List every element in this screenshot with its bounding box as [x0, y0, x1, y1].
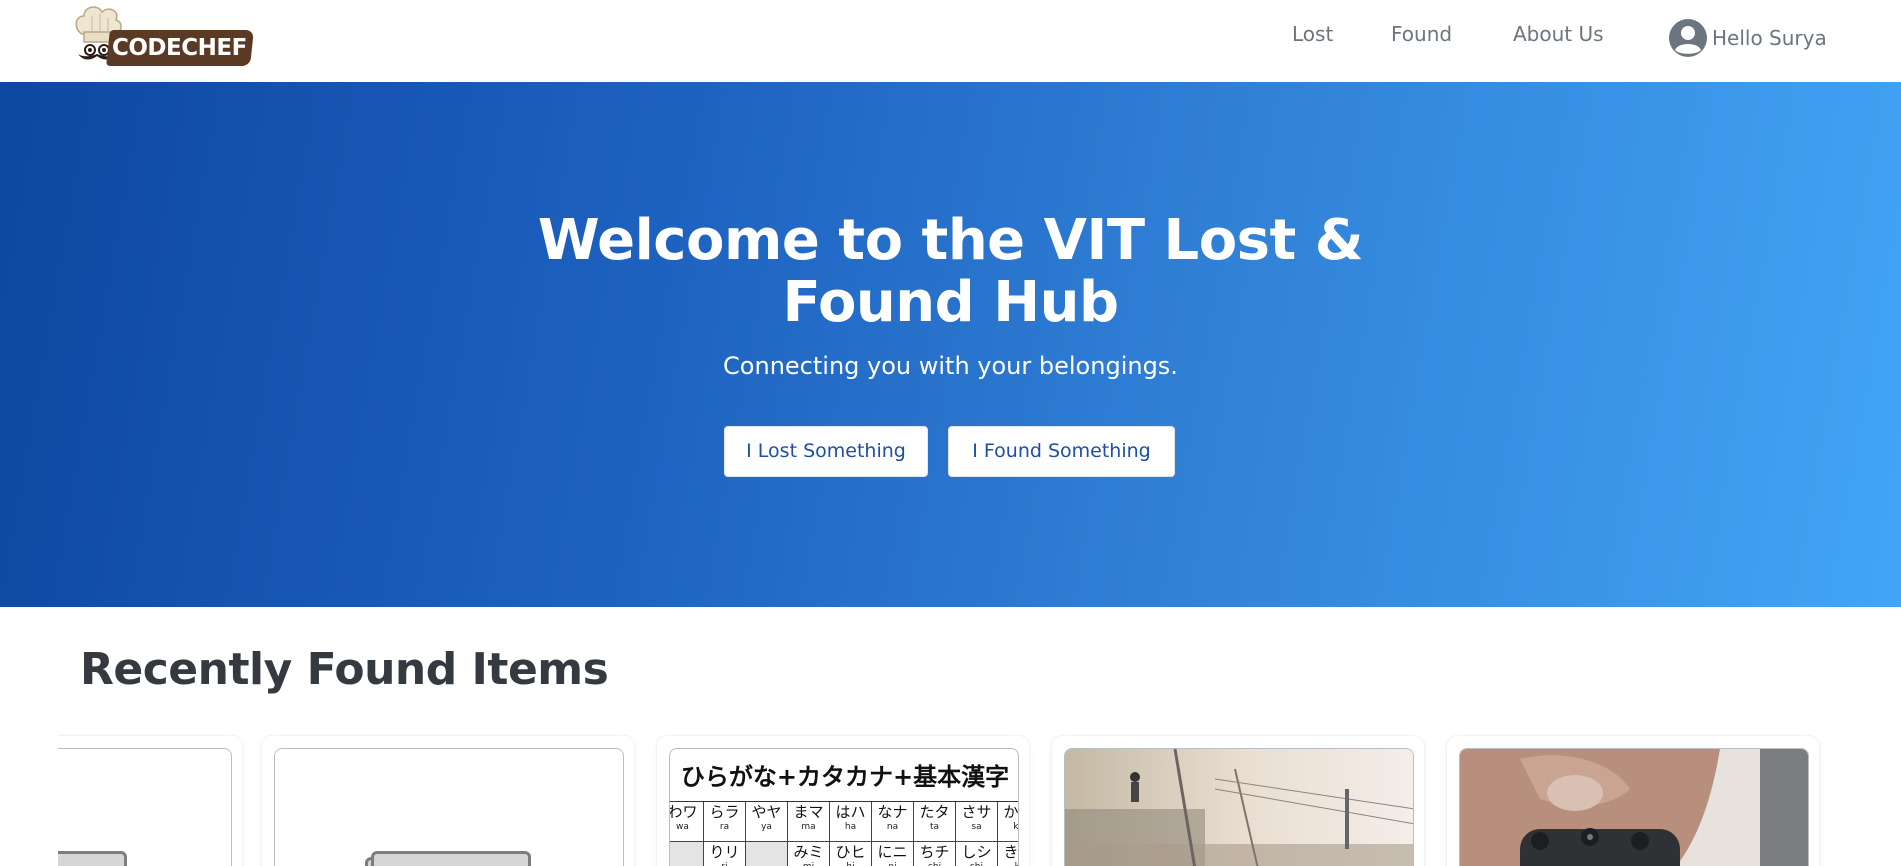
kana-chart-cell: りリri: [704, 842, 746, 866]
image-placeholder-icon: [365, 851, 531, 866]
kana-chart-kana: きキ: [1003, 843, 1019, 861]
kana-chart-cell: みミmi: [788, 842, 830, 866]
item-image-placeholder: [274, 748, 624, 866]
nav-link-lost[interactable]: Lost: [1292, 22, 1333, 46]
found-something-button[interactable]: I Found Something: [948, 426, 1175, 477]
logo-wordmark: CODECHEF: [112, 35, 247, 61]
hero-title-line1: Welcome to the VIT Lost &: [537, 208, 1364, 273]
kana-chart-grid: わワwaらラraやヤyaまマmaはハhaなナnaたタtaさサsaかカkaりリri…: [669, 801, 1019, 866]
item-image-kana-chart: ひらがな+カタカナ+基本漢字 わワ wa らラ ra やヤ ya まマ ma はハ ha なナ na た…: [669, 748, 1019, 866]
found-item-card[interactable]: [262, 736, 634, 866]
found-item-card[interactable]: [58, 736, 242, 866]
kana-chart-kana: さサ: [961, 803, 992, 821]
kana-chart-cell: ちチchi: [914, 842, 956, 866]
kana-chart-romaji: ra: [719, 822, 730, 832]
kana-chart-romaji: ri: [704, 862, 745, 866]
kana-chart-kana: なナ: [877, 803, 908, 821]
kana-chart-cell: わワ wa: [669, 802, 704, 842]
kana-chart-cell: にニni: [872, 842, 914, 866]
hero-title: Welcome to the VIT Lost & Found Hub: [0, 210, 1901, 334]
kana-chart-romaji: ta: [929, 822, 940, 832]
kana-chart-cell: しシshi: [956, 842, 998, 866]
kana-chart-kana: まマ: [793, 803, 824, 821]
hero-subtitle: Connecting you with your belongings.: [723, 352, 1178, 380]
user-greeting: Hello Surya: [1712, 26, 1827, 50]
kana-chart-cell: たタ ta: [914, 802, 956, 842]
kana-chart-kana: にニ: [877, 843, 908, 861]
kana-chart-romaji: ha: [844, 822, 857, 832]
item-image-placeholder: [58, 748, 232, 866]
hero-banner: Welcome to the VIT Lost & Found Hub Conn…: [0, 82, 1901, 607]
kana-chart-cell: なナ na: [872, 802, 914, 842]
kana-chart-cell: [670, 842, 704, 866]
kana-chart-romaji: na: [886, 822, 899, 832]
kana-chart-romaji: hi: [830, 862, 871, 866]
image-placeholder-icon: [58, 851, 133, 866]
found-item-card[interactable]: [1052, 736, 1424, 866]
kana-chart-romaji: ya: [761, 822, 772, 832]
kana-chart-kana: らラ: [709, 803, 740, 821]
kana-chart-cell: らラ ra: [704, 802, 746, 842]
kana-chart-romaji: ni: [872, 862, 913, 866]
found-item-card[interactable]: [1447, 736, 1819, 866]
kana-chart-kana: はハ: [835, 803, 866, 821]
kana-chart-kana: ひヒ: [835, 843, 866, 861]
kana-chart-title: ひらがな+カタカナ+基本漢字: [680, 763, 1010, 791]
codechef-logo[interactable]: CODECHEF: [68, 4, 254, 68]
nav-link-found[interactable]: Found: [1391, 22, 1452, 46]
item-image-photo: [1459, 748, 1809, 866]
top-navbar: CODECHEF Lost Found About Us Hello Surya: [0, 0, 1901, 82]
kana-chart-cell: きキki: [998, 842, 1019, 866]
kana-chart-kana: かカ: [1003, 803, 1019, 821]
kana-chart-cell: やヤ ya: [746, 802, 788, 842]
user-avatar-icon: [1669, 19, 1707, 57]
kana-chart-romaji: ka: [1013, 822, 1019, 832]
kana-chart-kana: りリ: [709, 843, 740, 861]
item-image-photo: [1064, 748, 1414, 866]
outdoor-scene-image: [1065, 749, 1413, 866]
kana-chart-romaji: wa: [676, 822, 689, 832]
kana-chart-kana: たタ: [919, 803, 950, 821]
kana-chart-romaji: ki: [998, 862, 1018, 866]
lost-something-button[interactable]: I Lost Something: [724, 426, 928, 477]
kana-chart-cell: さサ sa: [956, 802, 998, 842]
hero-title-line2: Found Hub: [782, 270, 1119, 335]
watch-in-hand-image: [1460, 749, 1808, 866]
kana-chart-cell: [746, 842, 788, 866]
kana-chart-romaji: sa: [971, 822, 982, 832]
kana-chart-romaji: ma: [801, 822, 816, 832]
kana-chart-kana: わワ: [669, 803, 698, 821]
kana-chart-kana: ちチ: [919, 843, 950, 861]
kana-chart-kana: しシ: [961, 843, 992, 861]
kana-chart-cell: まマ ma: [788, 802, 830, 842]
found-item-card[interactable]: ひらがな+カタカナ+基本漢字 わワ wa らラ ra やヤ ya まマ ma はハ ha なナ na た…: [657, 736, 1029, 866]
found-items-carousel[interactable]: ひらがな+カタカナ+基本漢字 わワ wa らラ ra やヤ ya まマ ma はハ ha なナ na た…: [58, 728, 1838, 866]
nav-link-about-us[interactable]: About Us: [1513, 22, 1604, 46]
kana-chart-romaji: mi: [788, 862, 829, 866]
kana-chart-romaji: shi: [956, 862, 997, 866]
kana-chart-kana: みミ: [793, 843, 824, 861]
kana-chart-cell: はハ ha: [830, 802, 872, 842]
kana-chart-kana: やヤ: [751, 803, 782, 821]
recently-found-title: Recently Found Items: [80, 644, 609, 695]
kana-chart-cell: かカka: [998, 802, 1019, 842]
kana-chart-cell: ひヒhi: [830, 842, 872, 866]
kana-chart-romaji: chi: [914, 862, 955, 866]
